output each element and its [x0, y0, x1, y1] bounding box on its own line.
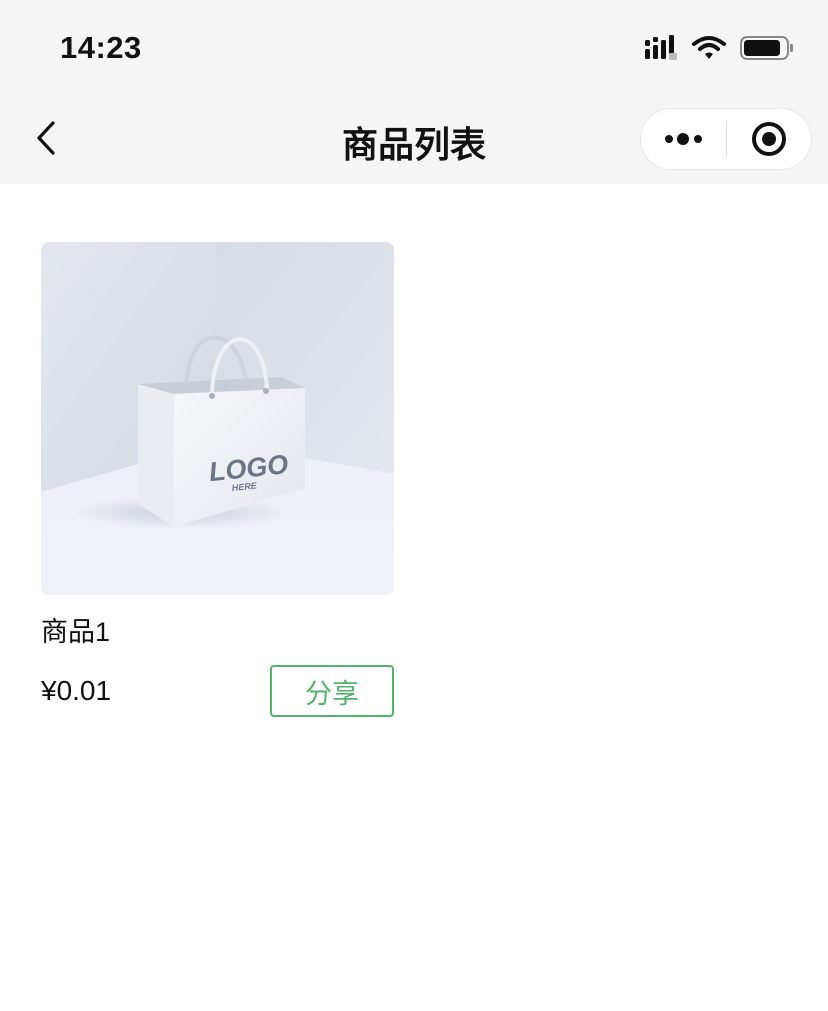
status-icons	[644, 34, 794, 66]
product-bottom-row: ¥0.01 分享	[41, 665, 394, 717]
mini-program-capsule	[640, 108, 812, 170]
status-bar: 14:23	[0, 0, 828, 92]
more-dots-icon	[664, 133, 702, 145]
more-button[interactable]	[641, 108, 726, 170]
battery-icon	[740, 35, 794, 66]
product-card[interactable]: LOGO HERE 商品1 ¥0.01 分享	[41, 242, 394, 717]
status-time: 14:23	[60, 30, 142, 65]
navigation-bar: 商品列表	[0, 92, 828, 184]
signal-icon	[644, 34, 678, 66]
share-button[interactable]: 分享	[270, 665, 394, 717]
product-name: 商品1	[41, 617, 111, 647]
product-image[interactable]: LOGO HERE	[41, 242, 394, 595]
target-circle-icon	[751, 122, 786, 156]
product-price: ¥0.01	[41, 675, 112, 706]
wifi-icon	[692, 35, 726, 66]
close-button[interactable]	[727, 108, 811, 170]
